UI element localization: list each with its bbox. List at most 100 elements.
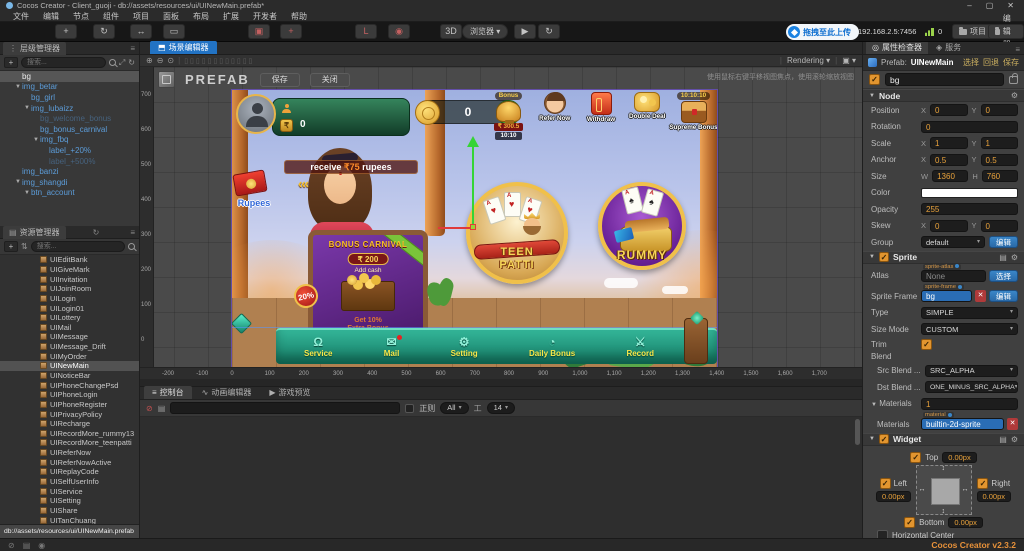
sprite-enabled-checkbox[interactable]: ✓ [879, 252, 889, 262]
panel-menu-icon[interactable]: ≡ [130, 44, 139, 53]
prefab-save-button[interactable]: 保存 [1003, 57, 1019, 68]
supreme-bonus-button[interactable]: 10:10:10Supreme Bonus [671, 92, 716, 158]
anchor-toggle-icon[interactable]: + [280, 24, 302, 39]
nav-record-button[interactable]: ⚔Record [626, 336, 654, 358]
mute-icon[interactable]: ⊘ [8, 541, 15, 550]
asset-item[interactable]: UIRecordMore_teenpatti [0, 438, 139, 448]
menu-item[interactable]: 帮助 [284, 11, 314, 22]
gear-icon[interactable]: ⚙ [1011, 435, 1018, 444]
widget-section-header[interactable]: ▼✓Widget▤⚙ [863, 433, 1024, 446]
zoom-in-icon[interactable]: ⊕ [146, 56, 153, 65]
expand-arrow-icon[interactable]: ▼ [14, 84, 22, 90]
widget-right-checkbox[interactable]: ✓ [977, 478, 988, 489]
asset-item[interactable]: UILogin [0, 294, 139, 304]
add-cash-amount[interactable]: ₹ 200 [348, 253, 389, 265]
console-output[interactable] [140, 417, 862, 538]
sort-icon[interactable]: ⇅ [21, 242, 28, 251]
asset-item[interactable]: UIPrivacyPolicy [0, 409, 139, 419]
clear-icon[interactable]: ✕ [975, 290, 986, 302]
node-active-checkbox[interactable]: ✓ [869, 74, 880, 85]
tab-animation-editor[interactable]: ∿动画编辑器 [194, 386, 260, 399]
group-select[interactable]: default▾ [921, 236, 985, 248]
prefab-close-button[interactable]: 关闭 [310, 73, 350, 87]
scale-x-field[interactable]: 1 [930, 137, 967, 149]
menu-item[interactable]: 项目 [126, 11, 156, 22]
menu-item[interactable]: 开发者 [246, 11, 284, 22]
sprite-type-select[interactable]: SIMPLE▾ [921, 307, 1018, 319]
doc-icon[interactable]: ▤ [999, 435, 1007, 444]
asset-item[interactable]: UIMail [0, 322, 139, 332]
refer-now-button[interactable]: Refer Now [532, 92, 577, 158]
skew-x-field[interactable]: 0 [930, 220, 967, 232]
nav-daily-bonus-button[interactable]: ◔Daily Bonus [529, 336, 575, 358]
log-level-select[interactable]: All▾ [440, 402, 468, 414]
rotate-tool-icon[interactable]: ↻ [93, 24, 115, 39]
menu-item[interactable]: 扩展 [216, 11, 246, 22]
horizontal-center-checkbox[interactable] [877, 530, 888, 539]
refresh-icon[interactable]: ↻ [128, 58, 135, 67]
open-project-button[interactable]: 项目 [952, 24, 993, 39]
nav-service-button[interactable]: ΩService [304, 336, 332, 358]
expand-icon[interactable]: ⤢ [119, 58, 125, 68]
tab-console[interactable]: ≡控制台 [144, 386, 192, 399]
position-y-field[interactable]: 0 [981, 104, 1018, 116]
tab-services[interactable]: ◈服务 [930, 42, 967, 54]
signup-bonus-button[interactable]: Bonus₹ 300.510:10 [486, 92, 531, 158]
widget-right-value[interactable]: 0.00px [977, 491, 1012, 502]
scene-view[interactable]: 7006005004003002001000 -200-100010020030… [140, 67, 862, 379]
opacity-field[interactable]: 255 [921, 203, 1018, 215]
widget-left-value[interactable]: 0.00px [876, 491, 911, 502]
size-mode-select[interactable]: CUSTOM▾ [921, 323, 1018, 335]
eye-icon[interactable]: ◉ [38, 541, 45, 550]
tree-node[interactable]: bg_welcome_bonus [0, 113, 139, 124]
position-x-field[interactable]: 0 [930, 104, 967, 116]
tree-node[interactable]: ▼img_lubaizz [0, 103, 139, 114]
search-icon[interactable] [128, 243, 135, 250]
widget-bottom-checkbox[interactable]: ✓ [904, 517, 915, 528]
minimize-button[interactable]: – [967, 1, 971, 10]
drag-upload-button[interactable]: 拖拽至此上传 [786, 24, 859, 40]
menu-item[interactable]: 节点 [66, 11, 96, 22]
panel-menu-icon[interactable]: ≡ [1015, 45, 1024, 54]
console-filter-input[interactable] [170, 402, 400, 414]
receive-rupees-banner[interactable]: receive ₹75 rupees [284, 160, 418, 174]
tree-node[interactable]: ▼btn_account [0, 188, 139, 199]
scale-y-field[interactable]: 1 [981, 137, 1018, 149]
nav-mail-button[interactable]: ✉Mail [384, 336, 400, 358]
local-coords-icon[interactable]: L [355, 24, 377, 39]
close-button[interactable]: ✕ [1007, 1, 1014, 10]
nav-setting-button[interactable]: ⚙Setting [451, 336, 478, 358]
color-swatch[interactable] [921, 188, 1018, 198]
asset-item[interactable]: UIEditBank [0, 255, 139, 265]
rummy-game-button[interactable]: A A RUMMY [598, 182, 686, 270]
asset-item[interactable]: UISelfUserInfo [0, 477, 139, 487]
dst-blend-select[interactable]: ONE_MINUS_SRC_ALPHA▾ [925, 381, 1018, 393]
asset-item[interactable]: UILottery [0, 313, 139, 323]
rect-tool-icon[interactable]: ▭ [163, 24, 185, 39]
refresh-icon[interactable]: ↻ [93, 228, 104, 237]
game-canvas[interactable]: ₹ 0 receive ₹75 rupees ‹‹‹ Rupees BONUS … [232, 90, 717, 367]
rendering-dropdown[interactable]: Rendering ▾ [787, 56, 830, 65]
expand-arrow-icon[interactable]: ▼ [14, 179, 22, 185]
asset-item[interactable]: UIMessage_Drift [0, 342, 139, 352]
size-h-field[interactable]: 760 [982, 170, 1018, 182]
assets-search-input[interactable] [31, 241, 125, 252]
asset-item[interactable]: UINoticeBar [0, 371, 139, 381]
asset-item[interactable]: UIMyOrder [0, 351, 139, 361]
menu-item[interactable]: 组件 [96, 11, 126, 22]
expand-arrow-icon[interactable]: ▼ [23, 190, 31, 196]
preview-target-dropdown[interactable]: 浏览器 ▾ [462, 24, 508, 39]
hierarchy-search-input[interactable] [21, 57, 106, 68]
widget-top-checkbox[interactable]: ✓ [910, 452, 921, 463]
log-file-icon[interactable]: ▤ [158, 404, 166, 413]
asset-item[interactable]: UIInvitation [0, 274, 139, 284]
anchor-x-field[interactable]: 0.5 [930, 154, 967, 166]
asset-item[interactable]: UIShare [0, 506, 139, 516]
panel-menu-icon[interactable]: ≡ [130, 228, 139, 237]
prefab-revert-button[interactable]: 回退 [983, 57, 999, 68]
asset-item[interactable]: UIRecharge [0, 419, 139, 429]
move-tool-icon[interactable]: + [55, 24, 77, 39]
frame-edit-button[interactable]: 编辑 [989, 290, 1018, 302]
asset-item[interactable]: UIReferNow [0, 448, 139, 458]
widget-left-checkbox[interactable]: ✓ [880, 478, 891, 489]
